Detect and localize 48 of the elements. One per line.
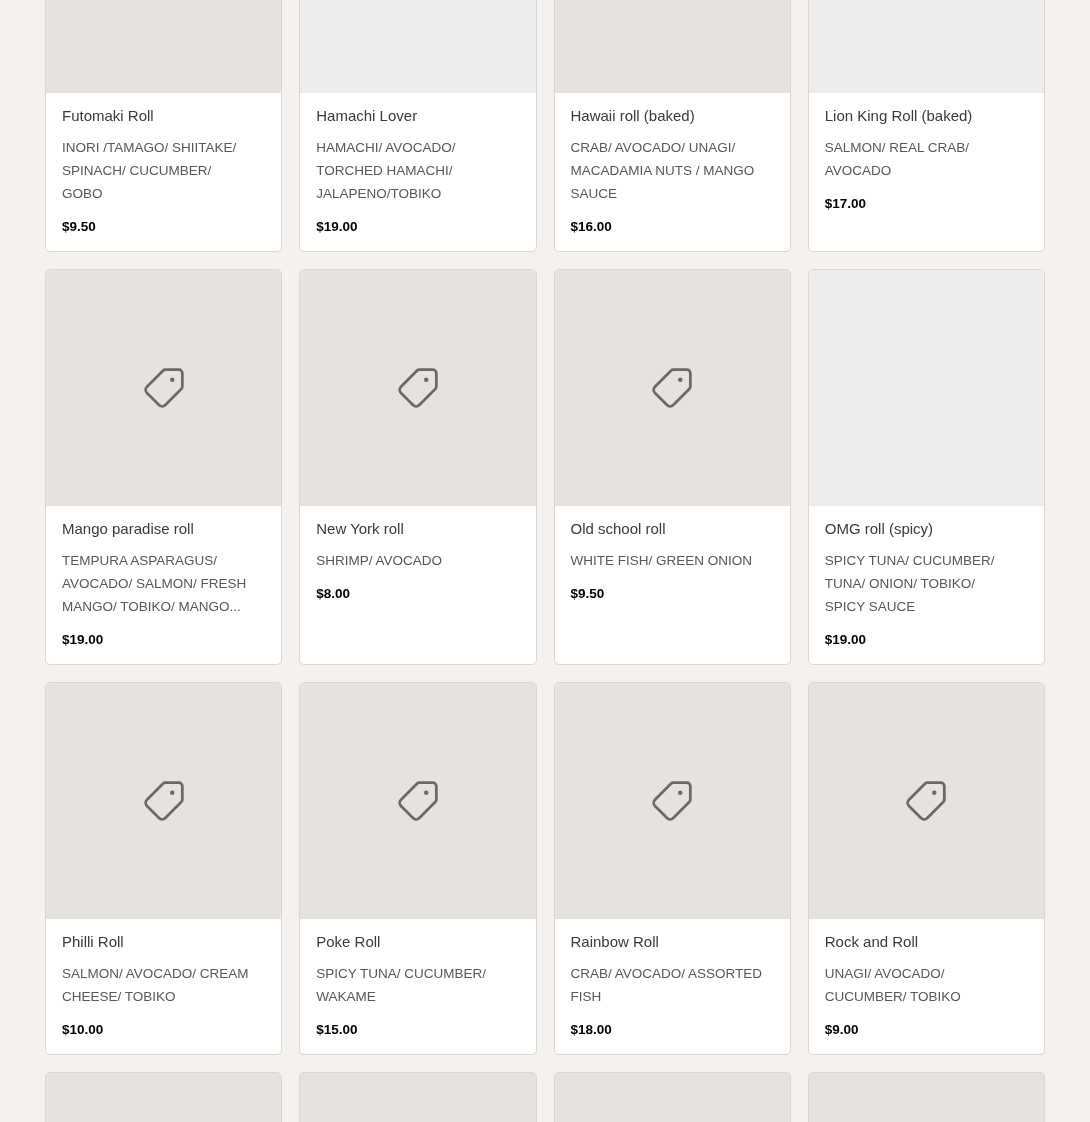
product-card[interactable]: Old school roll WHITE FISH/ GREEN ONION $9.50: [553, 269, 791, 665]
product-title: Hamachi Lover: [316, 106, 419, 126]
product-price: $9.50: [570, 585, 606, 603]
product-card[interactable]: OMG roll (spicy) SPICY TUNA/ CUCUMBER/ TUNA/ ONION/ TOBIKO/ SPICY SAUCE $19.00: [807, 269, 1045, 665]
product-description: WHITE FISH/ GREEN ONION: [570, 552, 753, 570]
product-description: SHRIMP/ AVOCADO: [316, 552, 444, 570]
product-card[interactable]: Mango paradise roll TEMPURA ASPARAGUS/ AVOCADO/ SALMON/ FRESH MANGO/ TOBIKO/ MANGO... $19.00: [45, 269, 283, 665]
product-price: $19.00: [316, 218, 359, 236]
product-title: Old school roll: [570, 519, 667, 539]
product-description: SALMON/ REAL CRAB/ AVOCADO: [824, 139, 971, 180]
product-title: Poke Roll: [316, 932, 382, 952]
product-card[interactable]: Poke Roll SPICY TUNA/ CUCUMBER/ WAKAME $15.00: [299, 682, 537, 1055]
product-description: HAMACHI/ AVOCADO/ TORCHED HAMACHI/ JALAPENO/TOBIKO: [316, 139, 457, 203]
product-card[interactable]: Hamachi Lover HAMACHI/ AVOCADO/ TORCHED HAMACHI/ JALAPENO/TOBIKO $19.00: [299, 0, 537, 252]
product-price: $15.00: [316, 1021, 359, 1039]
product-card[interactable]: Rainbow Roll CRAB/ AVOCADO/ ASSORTED FISH $18.00: [553, 682, 791, 1055]
product-price: $17.00: [824, 195, 868, 213]
product-title: Lion King Roll (baked): [824, 106, 974, 126]
product-price: $10.00: [62, 1021, 105, 1039]
product-title: OMG roll (spicy): [824, 519, 935, 539]
product-description: CRAB/ AVOCADO/ ASSORTED FISH: [570, 965, 764, 1006]
product-card[interactable]: New York roll SHRIMP/ AVOCADO $8.00: [299, 269, 537, 665]
product-title: Rainbow Roll: [570, 932, 660, 952]
product-title: Mango paradise roll: [62, 519, 195, 539]
product-price: $19.00: [62, 631, 105, 649]
product-price: $9.50: [62, 218, 97, 236]
product-description: UNAGI/ AVOCADO/ CUCUMBER/ TOBIKO: [824, 965, 962, 1006]
product-title: Futomaki Roll: [62, 106, 155, 126]
product-description: INORI /TAMAGO/ SHIITAKE/ SPINACH/ CUCUMBER/ GOBO: [62, 139, 238, 203]
product-title: Rock and Roll: [824, 932, 920, 952]
product-title: Hawaii roll (baked): [570, 106, 696, 126]
product-title: New York roll: [316, 519, 405, 539]
product-price: $8.00: [316, 585, 352, 603]
product-card[interactable]: Hawaii roll (baked) CRAB/ AVOCADO/ UNAGI/ MACADAMIA NUTS / MANGO SAUCE $16.00: [553, 0, 791, 252]
product-card[interactable]: Rock and Roll UNAGI/ AVOCADO/ CUCUMBER/ TOBIKO $9.00: [807, 682, 1045, 1055]
product-price: $9.00: [824, 1021, 860, 1039]
product-description: TEMPURA ASPARAGUS/ AVOCADO/ SALMON/ FRESH MANGO/ TOBIKO/ MANGO...: [62, 552, 248, 616]
product-price: $16.00: [570, 218, 613, 236]
product-price: $19.00: [824, 631, 868, 649]
product-card[interactable]: Lion King Roll (baked) SALMON/ REAL CRAB/ AVOCADO $17.00: [807, 0, 1045, 252]
product-description: CRAB/ AVOCADO/ UNAGI/ MACADAMIA NUTS / MANGO SAUCE: [570, 139, 756, 203]
product-card[interactable]: Philli Roll SALMON/ AVOCADO/ CREAM CHEESE/ TOBIKO $10.00: [45, 682, 283, 1055]
product-description: SALMON/ AVOCADO/ CREAM CHEESE/ TOBIKO: [62, 965, 250, 1006]
product-description: SPICY TUNA/ CUCUMBER/ TUNA/ ONION/ TOBIKO/ SPICY SAUCE: [824, 552, 996, 616]
product-price: $18.00: [570, 1021, 613, 1039]
product-description: SPICY TUNA/ CUCUMBER/ WAKAME: [316, 965, 488, 1006]
product-card[interactable]: Futomaki Roll INORI /TAMAGO/ SHIITAKE/ SPINACH/ CUCUMBER/ GOBO $9.50: [45, 0, 283, 252]
product-title: Philli Roll: [62, 932, 125, 952]
